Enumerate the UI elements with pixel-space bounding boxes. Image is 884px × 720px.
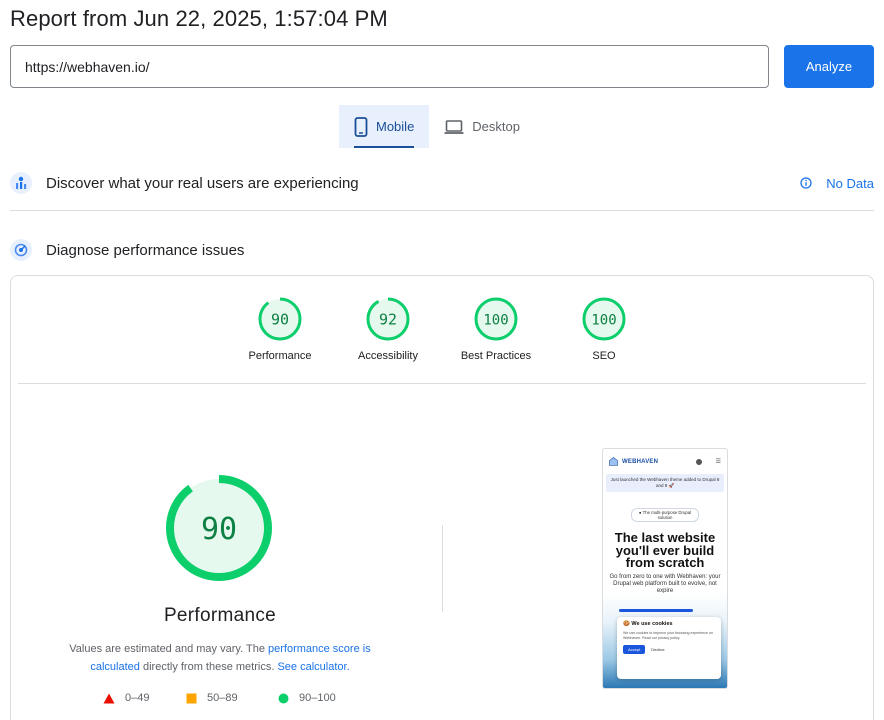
menu-icon: ☰ xyxy=(715,459,721,465)
score-gauge-seo[interactable]: 100 SEO xyxy=(549,296,659,362)
square-icon xyxy=(186,693,197,703)
vertical-divider xyxy=(442,525,443,612)
thumb-cookie-title: 🍪 We use cookies xyxy=(623,621,715,627)
analyze-button[interactable]: Analyze xyxy=(784,45,874,88)
report-title: Report from Jun 22, 2025, 1:57:04 PM xyxy=(10,6,388,31)
gauge-ring: 100 xyxy=(582,297,626,341)
legend-pass: 90–100 xyxy=(278,692,336,704)
gauge-label: Accessibility xyxy=(358,350,418,362)
tab-mobile[interactable]: Mobile xyxy=(339,105,430,148)
score-gauge-performance[interactable]: 90 Performance xyxy=(225,296,335,362)
performance-heading: Performance xyxy=(163,605,277,626)
performance-score-value: 90 xyxy=(201,512,237,547)
gauge-ring: 100 xyxy=(474,297,518,341)
diagnose-title: Diagnose performance issues xyxy=(46,241,245,259)
crux-section-header: Discover what your real users are experi… xyxy=(10,171,874,195)
theme-toggle-icon xyxy=(695,458,702,465)
thumb-navbar: WEBHAVEN ☰ xyxy=(603,449,727,474)
circle-icon xyxy=(278,693,289,703)
gauge-value: 100 xyxy=(483,313,508,329)
no-data-label: No Data xyxy=(826,175,874,191)
legend-average-label: 50–89 xyxy=(207,692,238,704)
thumb-cta-bar xyxy=(619,609,693,612)
smartphone-icon xyxy=(354,116,368,137)
thumb-subtext: Go from zero to one with Webhaven: your … xyxy=(609,573,721,594)
thumb-headline: The last website you'll ever build from … xyxy=(614,530,716,570)
gauge-label: SEO xyxy=(592,350,616,362)
section-divider xyxy=(10,210,874,211)
thumb-cookie-text: We use cookies to improve your browsing … xyxy=(623,631,714,640)
crux-title: Discover what your real users are experi… xyxy=(46,174,359,192)
device-tabs: Mobile Desktop xyxy=(339,105,535,148)
diagnose-section-header: Diagnose performance issues xyxy=(10,238,874,262)
gauge-ring: 90 xyxy=(258,297,302,341)
gauge-label: Best Practices xyxy=(460,350,532,362)
thumb-cookie-title-text: We use cookies xyxy=(631,621,673,627)
gauge-value: 92 xyxy=(379,311,397,329)
tab-desktop[interactable]: Desktop xyxy=(429,105,535,148)
score-gauge-accessibility[interactable]: 92 Accessibility xyxy=(333,296,443,362)
gauge-ring: 92 xyxy=(366,297,410,341)
legend-pass-label: 90–100 xyxy=(299,692,336,704)
thumb-cookie-buttons: Accept Decline xyxy=(623,645,715,655)
thumb-accept-button: Accept xyxy=(623,645,646,655)
thumb-tag-pill: ● The multi-purpose Drupal solution xyxy=(631,508,699,522)
thumb-banner: Just launched the Webhaven theme added t… xyxy=(606,474,724,492)
no-data-indicator[interactable]: No Data xyxy=(800,176,874,191)
laptop-icon xyxy=(444,119,464,134)
tab-desktop-label: Desktop xyxy=(472,119,520,134)
thumb-logo-text: WEBHAVEN xyxy=(622,458,659,465)
triangle-icon xyxy=(103,693,115,703)
thumb-cookie-dialog: 🍪 We use cookies We use cookies to impro… xyxy=(617,617,721,679)
gauges-divider xyxy=(18,383,866,384)
info-icon xyxy=(800,177,812,189)
legend-fail-label: 0–49 xyxy=(125,692,150,704)
webhaven-logo-icon xyxy=(609,457,618,466)
page-screenshot-thumbnail: WEBHAVEN ☰ Just launched the Webhaven th… xyxy=(602,448,728,689)
gauge-value: 90 xyxy=(271,311,289,329)
score-gauge-best-practices[interactable]: 100 Best Practices xyxy=(441,296,551,362)
note-text-prefix: Values are estimated and may vary. The xyxy=(69,643,268,655)
note-text-middle: directly from these metrics. xyxy=(139,661,278,673)
performance-gauge-large: 90 xyxy=(166,475,272,581)
gauge-value: 100 xyxy=(591,313,616,329)
performance-note: Values are estimated and may vary. The p… xyxy=(50,640,390,676)
legend-fail: 0–49 xyxy=(103,692,149,704)
url-input[interactable] xyxy=(10,45,769,88)
tab-mobile-label: Mobile xyxy=(376,119,415,134)
thumb-decline-button: Decline xyxy=(651,647,665,653)
users-chart-icon xyxy=(10,172,32,194)
legend-average: 50–89 xyxy=(186,692,238,704)
see-calculator-link[interactable]: See calculator. xyxy=(277,661,349,673)
diagnose-lighthouse-icon xyxy=(10,239,32,261)
gauge-label: Performance xyxy=(248,350,312,362)
